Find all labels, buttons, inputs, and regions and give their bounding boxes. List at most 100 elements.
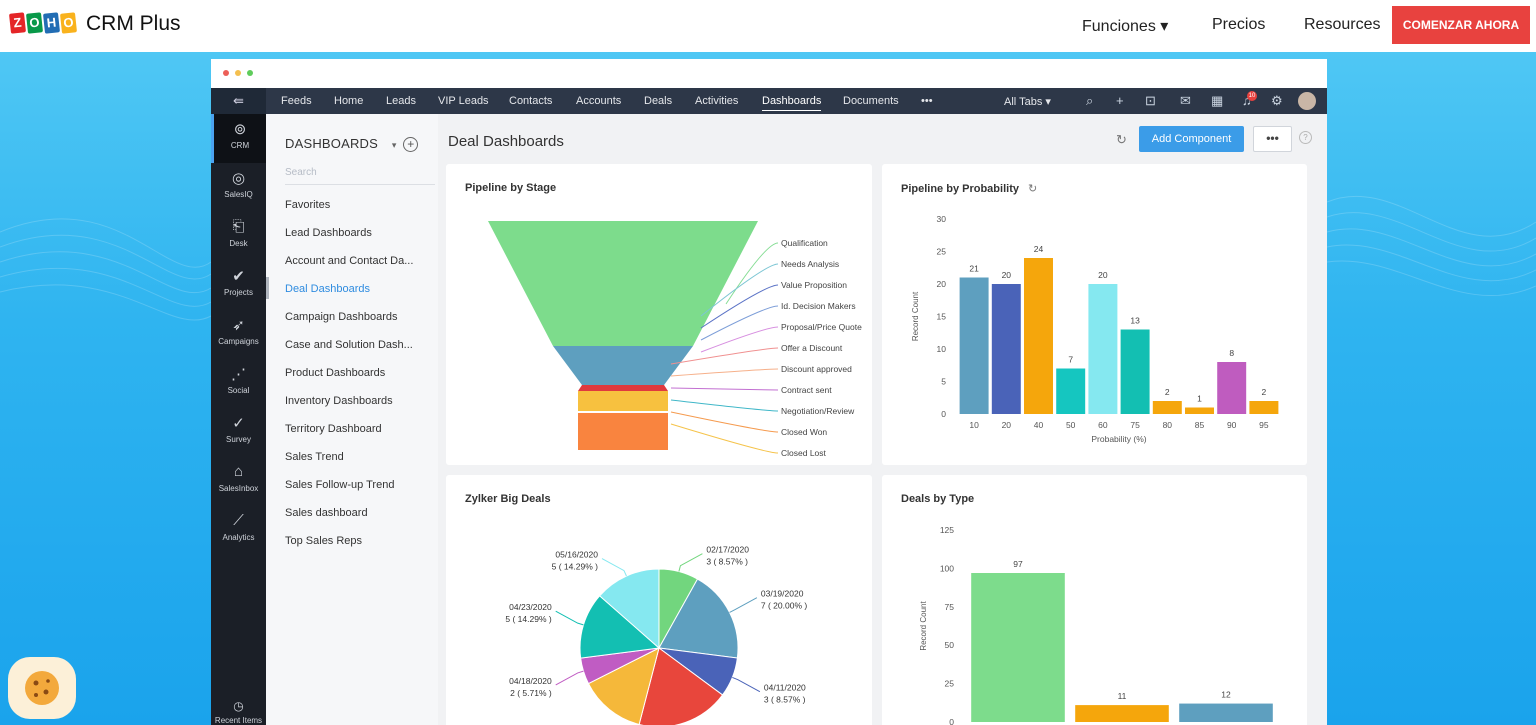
logo-letter: O (59, 12, 78, 34)
settings-icon[interactable]: ⚙ (1271, 93, 1283, 109)
mail-icon[interactable]: ✉ (1180, 93, 1191, 109)
tab-home[interactable]: Home (334, 95, 363, 107)
sidebar-item[interactable]: Sales dashboard (285, 507, 368, 519)
clock-icon: ◷ (233, 699, 244, 713)
pie-slice-label: 04/18/2020 (509, 676, 552, 686)
maximize-dot-icon[interactable] (247, 70, 253, 76)
sidebar-item[interactable]: Account and Contact Da... (285, 255, 413, 267)
funnel-segment (578, 385, 668, 391)
x-tick-label: 85 (1195, 420, 1205, 430)
leftbar-item-survey[interactable]: ✓ Survey (211, 408, 266, 457)
leftbar-item-desk[interactable]: ⎗ Desk (211, 212, 266, 261)
leftbar-label: CRM (230, 141, 250, 150)
minimize-dot-icon[interactable] (235, 70, 241, 76)
nav-precios[interactable]: Precios (1212, 16, 1265, 34)
sidebar-item[interactable]: Inventory Dashboards (285, 395, 393, 407)
sidebar-item[interactable]: Deal Dashboards (285, 283, 370, 295)
pie-slice-label: 04/23/2020 (509, 602, 552, 612)
tab-leads[interactable]: Leads (386, 95, 416, 107)
tab-dashboards[interactable]: Dashboards (762, 95, 822, 111)
bar (1120, 329, 1150, 414)
chevron-down-icon[interactable]: ▾ (392, 140, 397, 150)
dashboard-main: Deal Dashboards ↻ Add Component ••• ? Pi… (438, 114, 1327, 725)
sidebar-item[interactable]: Sales Follow-up Trend (285, 479, 394, 491)
pie-slice-label: 05/16/2020 (555, 550, 598, 560)
leftbar-label: SalesIQ (224, 190, 253, 199)
leftbar-item-crm[interactable]: ⊚ CRM (211, 114, 266, 163)
pie-leader-line (555, 610, 584, 626)
bar (1024, 258, 1053, 414)
leftbar-item-salesiq[interactable]: ◎ SalesIQ (211, 163, 266, 212)
funnel-chart: Qualification Needs Analysis Value Proposi… (488, 221, 862, 458)
leftbar-item-salesinbox[interactable]: ⌂ SalesInbox (211, 457, 266, 506)
sidebar-scroll-marker[interactable] (266, 277, 269, 299)
leftbar-item-projects[interactable]: ✔ Projects (211, 261, 266, 310)
sidebar-item[interactable]: Product Dashboards (285, 367, 385, 379)
leftbar-label: Campaigns (218, 337, 259, 346)
leftbar-item-social[interactable]: ⋰ Social (211, 359, 266, 408)
leftbar-label: Survey (226, 435, 251, 444)
sidebar-item[interactable]: Top Sales Reps (285, 535, 362, 547)
zoho-logo[interactable]: ZOHO (8, 12, 78, 34)
nav-funciones[interactable]: Funciones ▾ (1082, 16, 1168, 36)
more-options-button[interactable]: ••• (1253, 126, 1292, 152)
recent-items-button[interactable]: ◷ Recent Items (211, 699, 266, 725)
tab-vip-leads[interactable]: VIP Leads (438, 95, 489, 107)
help-icon[interactable]: ? (1299, 131, 1312, 144)
funnel-leader-line (670, 423, 779, 454)
tab-contacts[interactable]: Contacts (509, 95, 552, 107)
refresh-icon[interactable]: ↻ (1116, 132, 1127, 148)
sidebar-item[interactable]: Campaign Dashboards (285, 311, 398, 323)
y-tick-label: 25 (937, 247, 947, 257)
funnel-stage-label: Proposal/Price Quote (781, 322, 862, 332)
funnel-stage-label: Qualification (781, 238, 828, 248)
sidebar-item[interactable]: Lead Dashboards (285, 227, 372, 239)
sidebar-item[interactable]: Sales Trend (285, 451, 344, 463)
funnel-leader-line (670, 368, 779, 377)
funnel-leader-line (670, 387, 779, 391)
pie-leader-line (555, 670, 584, 686)
add-component-button[interactable]: Add Component (1139, 126, 1244, 152)
x-tick-label: 90 (1227, 420, 1237, 430)
sidebar-item[interactable]: Favorites (285, 199, 330, 211)
sidebar-item[interactable]: Case and Solution Dash... (285, 339, 413, 351)
y-tick-label: 125 (940, 525, 954, 535)
tab-accounts[interactable]: Accounts (576, 95, 621, 107)
bar-value-label: 11 (1118, 691, 1127, 701)
bar-value-label: 97 (1013, 559, 1023, 569)
x-tick-label: 80 (1163, 420, 1173, 430)
collapse-menu-icon[interactable]: ⇚ (211, 88, 266, 114)
survey-icon: ✓ (232, 415, 245, 432)
tab-documents[interactable]: Documents (843, 95, 899, 107)
nav-resources[interactable]: Resources (1304, 16, 1380, 34)
funnel-segment (488, 221, 758, 346)
leftbar-label: Desk (229, 239, 248, 248)
bar (1075, 705, 1169, 722)
sidebar-item[interactable]: Territory Dashboard (285, 423, 382, 435)
bar (1088, 284, 1118, 414)
all-tabs-dropdown[interactable]: All Tabs ▾ (1004, 95, 1051, 108)
x-tick-label: 20 (1002, 420, 1012, 430)
add-dashboard-icon[interactable]: + (403, 137, 419, 152)
gamepad-icon[interactable]: ⊡ (1145, 93, 1156, 109)
leftbar-item-analytics[interactable]: ⟋ Analytics (211, 506, 266, 555)
tab-feeds[interactable]: Feeds (281, 95, 312, 107)
add-icon[interactable]: + (1116, 93, 1124, 108)
leftbar-item-campaigns[interactable]: ➶ Campaigns (211, 310, 266, 359)
app-top-nav: ⇚ Feeds Home Leads VIP Leads Contacts Ac… (211, 88, 1327, 114)
search-icon[interactable]: ⌕ (1086, 93, 1093, 109)
sidebar-search-input[interactable]: Search (285, 165, 435, 185)
cookie-settings-button[interactable] (8, 657, 76, 719)
x-tick-label: 40 (1034, 420, 1044, 430)
tab-deals[interactable]: Deals (644, 95, 672, 107)
calendar-icon[interactable]: ▦ (1211, 93, 1223, 109)
pie-leader-line (732, 676, 761, 693)
bar-value-label: 2 (1262, 387, 1267, 397)
close-dot-icon[interactable] (223, 70, 229, 76)
comenzar-ahora-button[interactable]: COMENZAR AHORA (1392, 6, 1530, 44)
tab-activities[interactable]: Activities (695, 95, 738, 107)
avatar[interactable] (1298, 92, 1316, 110)
tabs-more-button[interactable]: ••• (921, 95, 933, 107)
y-tick-label: 30 (937, 214, 947, 224)
bar-value-label: 20 (1002, 270, 1012, 280)
